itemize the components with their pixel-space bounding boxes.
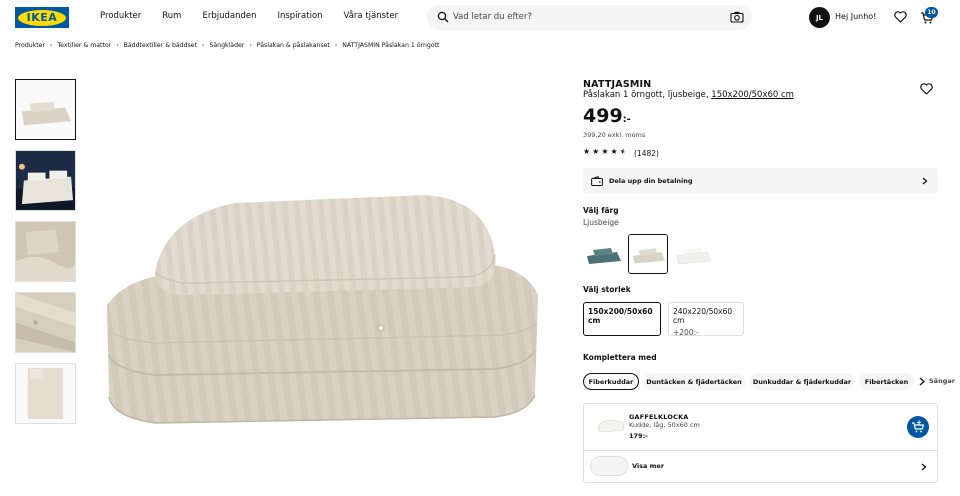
rec-product-desc: Kudde, låg, 50x60 cm — [629, 421, 700, 429]
price-suffix: :- — [622, 114, 631, 125]
header: IKEA Produkter Rum Erbjudanden Inspirati… — [0, 0, 960, 36]
star-icon: ★ — [610, 147, 618, 156]
crumb-produkter[interactable]: Produkter — [15, 42, 45, 49]
size-label: Välj storlek — [583, 285, 631, 294]
duvet-flat-thumbnail-image — [16, 364, 75, 423]
cart-add-icon — [912, 420, 925, 433]
product-name: NATTJASMIN — [583, 79, 652, 90]
crumb-baddtextilier[interactable]: Bäddtextilier & bäddset — [124, 42, 197, 49]
chevron-right-icon: › — [202, 42, 205, 49]
star-icon: ★ — [601, 147, 609, 156]
crumb-sangklader[interactable]: Sängkläder — [209, 42, 244, 49]
product-description: Påslakan 1 örngott, ljusbeige, 150x200/5… — [583, 90, 794, 100]
chevron-right-icon[interactable] — [921, 463, 927, 471]
split-payment-banner[interactable]: Dela upp din betalning — [583, 168, 938, 194]
size-option-label: 150x200/50x60 cm — [588, 307, 653, 325]
fabric-closeup-thumbnail-image — [16, 293, 75, 352]
wallet-icon — [591, 176, 603, 186]
pillow-image[interactable] — [596, 416, 626, 436]
pill-fibertacken[interactable]: Fibertäcken — [859, 373, 914, 390]
nav-produkter[interactable]: Produkter — [100, 11, 141, 21]
rec-product-price: 179:- — [629, 432, 648, 440]
crumb-current[interactable]: NATTJASMIN Påslakan 1 örngott — [342, 42, 439, 49]
review-count[interactable]: (1482) — [634, 149, 659, 158]
more-products-thumbnail — [590, 456, 628, 476]
product-description-text: Påslakan 1 örngott, ljusbeige, — [583, 90, 709, 100]
search-bar[interactable]: Vad letar du efter? — [427, 5, 752, 30]
nav-rum[interactable]: Rum — [162, 11, 181, 21]
complement-label: Komplettera med — [583, 353, 657, 362]
logo-text: IKEA — [18, 9, 66, 26]
thumbnail-1[interactable] — [15, 79, 76, 140]
teal-bedding-image — [583, 234, 623, 274]
product-main-image[interactable] — [95, 155, 545, 455]
size-option-label: 240x220/50x60 cm — [673, 307, 733, 325]
chevron-right-icon: › — [116, 42, 119, 49]
nav-inspiration[interactable]: Inspiration — [277, 11, 322, 21]
color-swatch-white[interactable] — [673, 234, 713, 274]
show-more-link[interactable]: Visa mer — [632, 462, 664, 470]
thumbnail-5[interactable] — [15, 363, 76, 424]
white-bedding-image — [673, 234, 713, 274]
star-icon: ★ — [592, 147, 600, 156]
split-payment-text: Dela upp din betalning — [609, 177, 693, 185]
size-option-extra-price: +200:- — [673, 328, 699, 337]
bedroom-thumbnail-image — [16, 151, 75, 210]
half-star-icon: ★ — [619, 147, 627, 156]
nav-tjanster[interactable]: Våra tjänster — [344, 11, 399, 21]
chevron-right-icon: › — [249, 42, 252, 49]
add-to-cart-button[interactable] — [907, 416, 929, 438]
search-input[interactable]: Vad letar du efter? — [453, 12, 532, 22]
size-option-150x200[interactable]: 150x200/50x60 cm — [583, 302, 661, 336]
price-value: 499 — [583, 105, 623, 127]
star-icon: ★ — [583, 147, 591, 156]
color-selected: Ljusbeige — [583, 218, 619, 227]
bedding-thumbnail-image — [16, 80, 75, 139]
ikea-logo[interactable]: IKEA — [15, 7, 69, 28]
chevron-right-icon: › — [50, 42, 53, 49]
pill-dunkuddar[interactable]: Dunkuddar & fjäderkuddar — [750, 373, 854, 390]
crumb-textilier[interactable]: Textilier & mattor — [57, 42, 111, 49]
pill-fiberkuddar[interactable]: Fiberkuddar — [583, 373, 639, 390]
chevron-right-icon — [922, 177, 928, 185]
divider — [584, 450, 937, 451]
pill-sangar-cut[interactable]: Sängar — [929, 377, 960, 385]
cart-count-badge: 10 — [925, 7, 938, 18]
beige-bedding-image — [629, 235, 667, 273]
nav-erbjudanden[interactable]: Erbjudanden — [202, 11, 256, 21]
price-ex-vat: 399,20 exkl. moms — [583, 131, 646, 139]
thumbnail-2[interactable] — [15, 150, 76, 211]
color-swatch-beige[interactable] — [628, 234, 668, 274]
camera-icon[interactable] — [730, 11, 744, 23]
thumbnail-3[interactable] — [15, 221, 76, 282]
size-link[interactable]: 150x200/50x60 cm — [711, 90, 794, 100]
chevron-right-icon[interactable] — [918, 377, 926, 386]
fabric-detail-thumbnail-image — [16, 222, 75, 281]
user-avatar[interactable]: JL — [809, 7, 830, 28]
product-price: 499:- — [583, 105, 631, 127]
main-nav: Produkter Rum Erbjudanden Inspiration Vå… — [100, 11, 419, 21]
chevron-right-icon: › — [334, 42, 338, 49]
color-swatch-teal[interactable] — [583, 234, 623, 274]
heart-icon[interactable] — [894, 11, 907, 23]
crumb-paslakan[interactable]: Påslakan & påslakanset — [257, 42, 330, 49]
recommendation-card: GAFFELKLOCKA Kudde, låg, 50x60 cm 179:- … — [583, 403, 938, 483]
rec-product-name[interactable]: GAFFELKLOCKA — [629, 413, 689, 421]
pill-duntacken[interactable]: Duntäcken & fjädertäcken — [643, 373, 745, 390]
breadcrumb: Produkter › Textilier & mattor › Bäddtexti… — [15, 42, 439, 49]
pill-sangar-label: Sängar — [929, 377, 955, 385]
search-icon — [437, 11, 449, 23]
size-option-240x220[interactable]: 240x220/50x60 cm +200:- — [668, 302, 744, 337]
heart-icon[interactable] — [920, 83, 933, 95]
rating-stars[interactable]: ★ ★ ★ ★ ★ — [583, 148, 627, 156]
color-label: Välj färg — [583, 206, 619, 215]
greeting-text[interactable]: Hej Junho! — [835, 12, 876, 21]
thumbnail-4[interactable] — [15, 292, 76, 353]
